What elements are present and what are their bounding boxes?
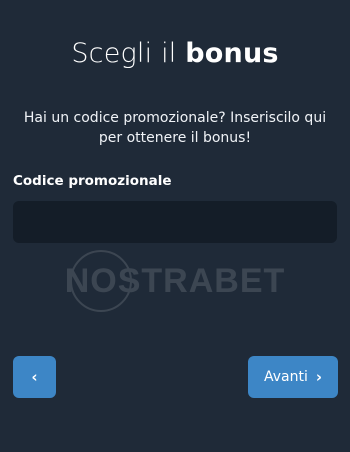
chevron-left-icon: ‹ xyxy=(31,367,38,386)
chevron-right-icon: › xyxy=(315,367,323,386)
watermark-logo: NOSTRABET xyxy=(40,250,310,312)
promo-code-label: Codice promozionale xyxy=(13,173,172,189)
title-emphasis: bonus xyxy=(185,38,279,69)
title-prefix: Scegli il xyxy=(71,38,186,69)
page-subtitle: Hai un codice promozionale? Inseriscilo … xyxy=(23,110,327,146)
next-button-label: Avanti xyxy=(263,369,308,385)
watermark-text: NOSTRABET xyxy=(64,262,286,300)
promo-code-input[interactable] xyxy=(13,201,337,243)
next-button[interactable]: Avanti › xyxy=(248,356,338,398)
page-title: Scegli il bonus xyxy=(0,38,350,69)
back-button[interactable]: ‹ xyxy=(13,356,56,398)
soccer-ball-icon xyxy=(70,250,132,312)
